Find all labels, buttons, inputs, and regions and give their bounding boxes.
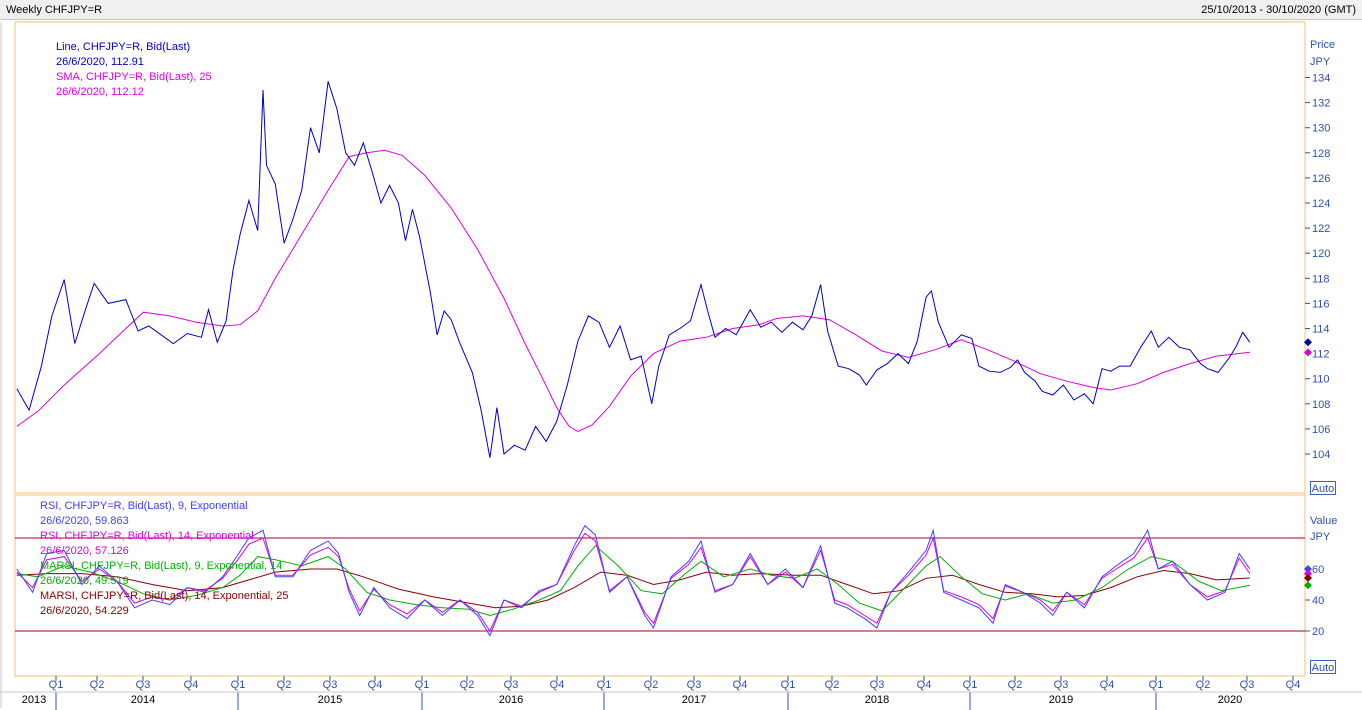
rsi-legend-line: 26/6/2020, 54.229: [40, 605, 129, 617]
price-tick-label: 122: [1312, 223, 1330, 235]
quarter-label: Q2: [1196, 679, 1211, 691]
price-line: [16, 81, 1251, 458]
quarter-label: Q3: [1054, 679, 1069, 691]
price-tick-label: 114: [1312, 324, 1330, 336]
rsi-legend-line: 26/6/2020, 59.863: [40, 515, 129, 527]
price-legend-line: Line, CHFJPY=R, Bid(Last): [56, 41, 190, 53]
price-legend-line: 26/6/2020, 112.91: [56, 56, 144, 68]
rsi-tick-label: 60: [1312, 564, 1324, 576]
price-tick-label: 132: [1312, 98, 1330, 110]
price-tick-label: 112: [1312, 349, 1330, 361]
rsi-legend-line: RSI, CHFJPY=R, Bid(Last), 14, Exponentia…: [40, 530, 254, 542]
price-tick-label: 106: [1312, 424, 1330, 436]
price-tick-label: 128: [1312, 148, 1330, 160]
price-axis-unit: JPY: [1310, 56, 1331, 68]
year-label: 2019: [1049, 694, 1073, 706]
price-tick-label: 108: [1312, 399, 1330, 411]
price-tick-label: 130: [1312, 123, 1330, 135]
quarter-label: Q1: [597, 679, 612, 691]
price-tick-label: 116: [1312, 298, 1330, 310]
quarter-label: Q3: [687, 679, 702, 691]
sma-line: [16, 149, 1250, 432]
rsi9-line: [16, 524, 1251, 637]
quarter-label: Q1: [231, 679, 246, 691]
quarter-label: Q1: [415, 679, 430, 691]
quarter-label: Q1: [49, 679, 64, 691]
quarter-label: Q2: [1008, 679, 1023, 691]
price-tick-label: 110: [1312, 374, 1330, 386]
chart-title: Weekly CHFJPY=R: [6, 4, 103, 16]
price-tick-label: 120: [1312, 248, 1330, 260]
date-range: 25/10/2013 - 30/10/2020 (GMT): [1201, 4, 1356, 16]
year-label: 2016: [499, 694, 523, 706]
price-axis-title: Price: [1310, 39, 1335, 51]
quarter-label: Q4: [1286, 679, 1301, 691]
rsi-legend-line: 26/6/2020, 57.126: [40, 545, 129, 557]
price-legend-line: 26/6/2020, 112.12: [56, 86, 144, 98]
year-label: 2018: [865, 694, 889, 706]
year-label: 2013: [22, 694, 46, 706]
quarter-label: Q4: [368, 679, 383, 691]
quarter-label: Q4: [733, 679, 748, 691]
price-tick-label: 124: [1312, 198, 1330, 210]
year-label: 2017: [682, 694, 706, 706]
quarter-label: Q2: [825, 679, 840, 691]
chart-canvas: 104 106 108 110 112 114 116 118 120 122 124 126 128 1…: [0, 21, 1362, 710]
quarter-label: Q3: [136, 679, 151, 691]
price-legend-line: SMA, CHFJPY=R, Bid(Last), 25: [56, 71, 212, 83]
quarter-label: Q2: [460, 679, 475, 691]
quarter-label: Q4: [917, 679, 932, 691]
price-tick-label: 134: [1312, 73, 1330, 85]
price-tick-label: 118: [1312, 273, 1330, 285]
quarter-label: Q4: [184, 679, 199, 691]
rsi-axis-unit: JPY: [1310, 531, 1331, 543]
price-tick-label: 126: [1312, 173, 1330, 185]
marsi9-line: [16, 545, 1250, 617]
price-panel-frame: [14, 21, 1306, 494]
year-label: 2015: [318, 694, 342, 706]
rsi-legend-line: 26/6/2020, 49.519: [40, 575, 129, 587]
rsi-auto-button[interactable]: Auto: [1310, 660, 1336, 674]
quarter-label: Q1: [781, 679, 796, 691]
rsi-tick-label: 20: [1312, 626, 1324, 638]
chart-titlebar: Weekly CHFJPY=R 25/10/2013 - 30/10/2020 …: [0, 0, 1362, 20]
quarter-label: Q4: [550, 679, 565, 691]
quarter-label: Q3: [323, 679, 338, 691]
rsi-axis-title: Value: [1310, 515, 1337, 527]
quarter-label: Q1: [1149, 679, 1164, 691]
year-label: 2014: [131, 694, 155, 706]
quarter-label: Q3: [1240, 679, 1255, 691]
rsi-legend-line: MARSI, CHFJPY=R, Bid(Last), 9, Exponenti…: [40, 560, 282, 572]
quarter-label: Q4: [1100, 679, 1115, 691]
quarter-label: Q3: [870, 679, 885, 691]
rsi-tick-label: 40: [1312, 595, 1324, 607]
price-auto-button[interactable]: Auto: [1310, 481, 1336, 495]
price-tick-label: 104: [1312, 449, 1330, 461]
quarter-label: Q2: [90, 679, 105, 691]
quarter-label: Q2: [277, 679, 292, 691]
quarter-label: Q3: [504, 679, 519, 691]
quarter-label: Q2: [644, 679, 659, 691]
quarter-label: Q1: [963, 679, 978, 691]
rsi-legend-line: MARSI, CHFJPY=R, Bid(Last), 14, Exponent…: [40, 590, 289, 602]
rsi-panel-frame: [14, 494, 1306, 677]
rsi-legend-line: RSI, CHFJPY=R, Bid(Last), 9, Exponential: [40, 500, 248, 512]
year-label: 2020: [1218, 694, 1242, 706]
